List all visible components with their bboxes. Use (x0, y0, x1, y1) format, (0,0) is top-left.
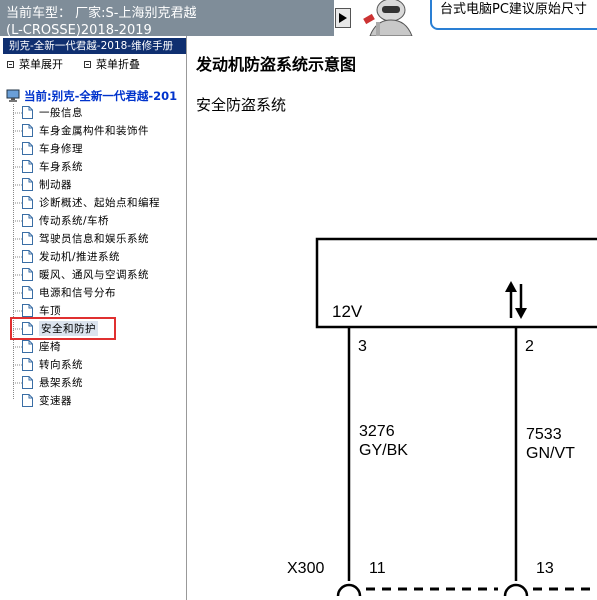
collapse-menu-label: 菜单折叠 (96, 58, 140, 71)
vehicle-info-panel: 当前车型： 厂家:S-上海别克君越 (L-CROSSE)2018-2019 (0, 0, 334, 36)
tree-item-label: 车顶 (39, 305, 61, 317)
document-icon (22, 286, 33, 299)
tree-item-label: 车身修理 (39, 143, 83, 155)
tree-item-label: 诊断概述、起始点和编程 (39, 197, 160, 209)
document-icon (22, 376, 33, 389)
module-pin-label: 3 (358, 338, 367, 355)
document-icon (22, 142, 33, 155)
connector-pin-label: 13 (536, 560, 554, 577)
navigation-sidebar: 别克-全新一代君越-2018-维修手册 菜单展开 菜单折叠 当前:别克-全新一代… (0, 36, 187, 600)
tree-item-label: 驾驶员信息和娱乐系统 (39, 233, 149, 245)
tree-item[interactable]: 驾驶员信息和娱乐系统 (22, 230, 149, 247)
document-icon (22, 160, 33, 173)
computer-icon (6, 89, 20, 102)
document-icon (22, 232, 33, 245)
tree-item-label: 制动器 (39, 179, 72, 191)
tree-item[interactable]: 座椅 (22, 338, 61, 355)
wire-circuit-number: 3276 (359, 423, 395, 440)
tree-item[interactable]: 车身修理 (22, 140, 83, 157)
display-hint-box: 台式电脑PC建议原始尺寸 (430, 0, 597, 30)
tree-item-label: 暖风、通风与空调系统 (39, 269, 149, 281)
tree-item[interactable]: 转向系统 (22, 356, 83, 373)
tree-item[interactable]: 诊断概述、起始点和编程 (22, 194, 160, 211)
tree-item-label: 传动系统/车桥 (39, 215, 110, 227)
document-icon (22, 358, 33, 371)
tree-item[interactable]: 变速器 (22, 392, 72, 409)
tree-item[interactable]: 制动器 (22, 176, 72, 193)
tree-item-label: 电源和信号分布 (39, 287, 116, 299)
wire-color-code: GY/BK (359, 442, 408, 459)
play-arrow-icon (339, 13, 347, 23)
tree-item[interactable]: 暖风、通风与空调系统 (22, 266, 149, 283)
wire-color-code: GN/VT (526, 445, 575, 462)
menu-collapse-icon (84, 60, 91, 68)
tree-item[interactable]: 车身系统 (22, 158, 83, 175)
document-icon (22, 214, 33, 227)
tree-item-label: 车身金属构件和装饰件 (39, 125, 149, 137)
module-pin-label: 2 (525, 338, 534, 355)
document-icon (22, 124, 33, 137)
supply-voltage-label: 12V (332, 302, 363, 321)
manual-title-bar: 别克-全新一代君越-2018-维修手册 (3, 38, 186, 54)
wiring-diagram: 12V 3 2 3276 GY/BK 7533 GN/VT X300 11 13 (287, 237, 597, 597)
vehicle-model-years: (L-CROSSE)2018-2019 (6, 23, 152, 36)
tree-item[interactable]: 传动系统/车桥 (22, 212, 109, 229)
menu-expand-icon (7, 60, 14, 68)
document-icon (22, 268, 33, 281)
tree-item-label: 车身系统 (39, 161, 83, 173)
connector-label: X300 (287, 560, 324, 577)
tree-item[interactable]: 发动机/推进系统 (22, 248, 120, 265)
document-icon (22, 178, 33, 191)
tree-item-label: 变速器 (39, 395, 72, 407)
expand-menu-label: 菜单展开 (19, 58, 63, 71)
tree-root-node[interactable]: 当前:别克-全新一代君越-201 (6, 87, 177, 105)
wire-circuit-number: 7533 (526, 426, 562, 443)
document-icon (22, 340, 33, 353)
expand-menu-button[interactable]: 菜单展开 (7, 56, 63, 72)
mechanic-mascot-icon (363, 0, 413, 36)
tree-item[interactable]: 悬架系统 (22, 374, 83, 391)
page-title: 发动机防盗系统示意图 (196, 55, 357, 74)
top-bar: 当前车型： 厂家:S-上海别克君越 (L-CROSSE)2018-2019 台式… (0, 0, 597, 36)
connector-pin-symbol (503, 583, 529, 597)
bidirectional-data-icon (505, 281, 527, 319)
collapse-menu-button[interactable]: 菜单折叠 (84, 56, 140, 72)
tree-item[interactable]: 车身金属构件和装饰件 (22, 122, 149, 139)
tree-root-label: 当前:别克-全新一代君越-201 (24, 89, 178, 103)
expand-arrow-button[interactable] (335, 8, 351, 28)
tree-item-label: 转向系统 (39, 359, 83, 371)
main-content: 12V 3 2 3276 GY/BK 7533 GN/VT X300 11 13… (188, 36, 597, 600)
tree-item-label: 一般信息 (39, 107, 83, 119)
vehicle-model-label: 当前车型： 厂家:S-上海别克君越 (6, 6, 197, 21)
tree-item-label: 发动机/推进系统 (39, 251, 121, 263)
display-hint-text: 台式电脑PC建议原始尺寸 (440, 2, 587, 17)
document-icon (22, 196, 33, 209)
tree-item[interactable]: 一般信息 (22, 104, 83, 121)
document-icon (22, 106, 33, 119)
section-title: 安全防盗系统 (196, 96, 287, 114)
document-icon (22, 394, 33, 407)
selected-item-highlight (10, 317, 116, 340)
document-icon (22, 250, 33, 263)
document-icon (22, 304, 33, 317)
connector-pin-symbol (336, 583, 362, 597)
tree-item-label: 座椅 (39, 341, 61, 353)
tree-item-label: 悬架系统 (39, 377, 83, 389)
tree-item[interactable]: 电源和信号分布 (22, 284, 116, 301)
connector-pin-label: 11 (369, 560, 386, 577)
